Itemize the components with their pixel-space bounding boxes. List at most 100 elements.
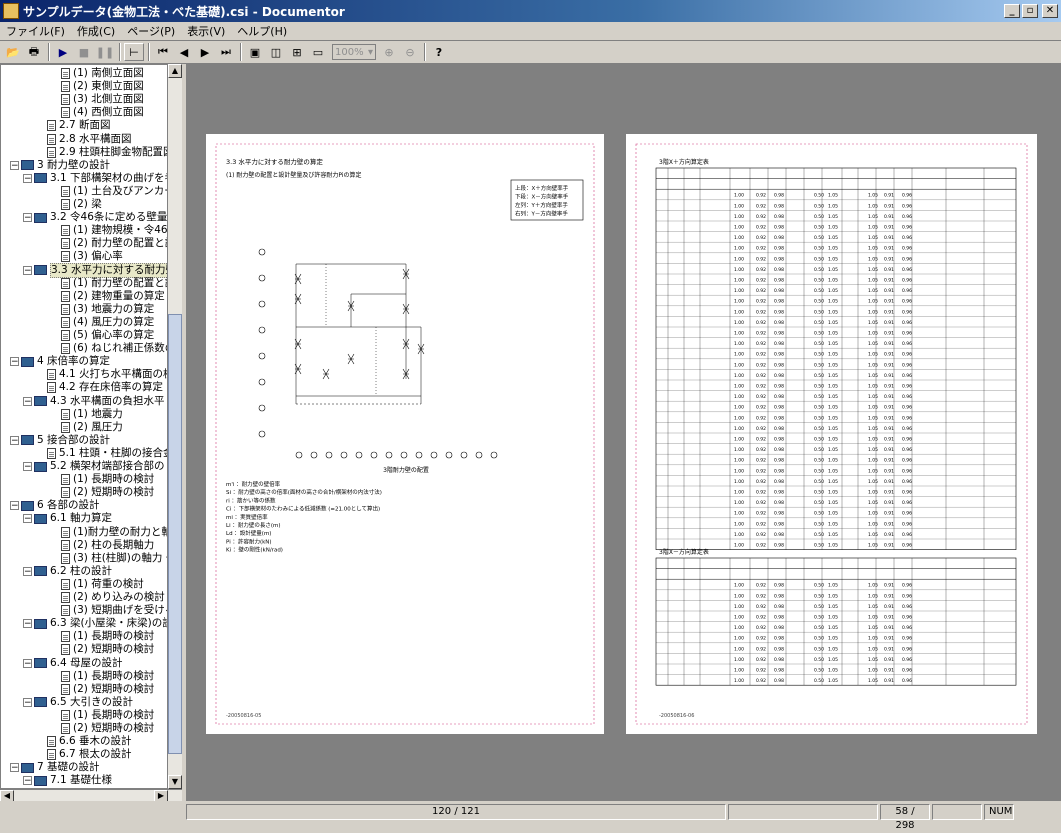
scroll-thumb[interactable] bbox=[168, 314, 182, 754]
menu-view[interactable]: 表示(V) bbox=[181, 23, 231, 39]
tree-item[interactable]: (1) 長期時の検討 bbox=[61, 670, 154, 683]
scroll-up-icon[interactable]: ▲ bbox=[168, 64, 182, 78]
tree-item[interactable]: (6) ねじれ補正係数の bbox=[61, 342, 167, 355]
tree-item[interactable]: − 3 耐力壁の設計 bbox=[10, 159, 110, 172]
tree-item[interactable]: − 3.1 下部構架材の曲げを考 bbox=[23, 172, 167, 185]
menu-help[interactable]: ヘルプ(H) bbox=[231, 23, 293, 39]
play-icon[interactable]: ▶ bbox=[53, 43, 73, 61]
tree-item[interactable]: (5) 偏心率の算定 bbox=[61, 329, 154, 342]
zoom-in-icon[interactable]: ⊕ bbox=[379, 43, 399, 61]
tree-item[interactable]: (1) 長期時の検討 bbox=[61, 473, 154, 486]
tree-item[interactable]: − 3.3 水平力に対する耐力壁 bbox=[23, 262, 167, 278]
fit-page-icon[interactable]: ▭ bbox=[308, 43, 328, 61]
tree-item[interactable]: − 7.1 基礎仕様 bbox=[23, 774, 112, 787]
tree-item[interactable]: 5.1 柱頭・柱脚の接合金物 bbox=[47, 447, 167, 460]
tree-item[interactable]: (1)耐力壁の耐力と軸 bbox=[61, 526, 167, 539]
tree-item[interactable]: (3) 短期曲げを受ける bbox=[61, 604, 167, 617]
tree-item[interactable]: − 6.5 大引きの設計 bbox=[23, 696, 133, 709]
tree-item[interactable]: − 6.2 柱の設計 bbox=[23, 565, 112, 578]
tree-item[interactable]: (1) 長期時の検討 bbox=[61, 630, 154, 643]
tree-item[interactable]: − 6.4 母屋の設計 bbox=[23, 657, 123, 670]
tree-item[interactable]: − 4 床倍率の算定 bbox=[10, 355, 110, 368]
menu-file[interactable]: ファイル(F) bbox=[0, 23, 71, 39]
tree-item[interactable]: 2.7 断面図 bbox=[47, 119, 111, 132]
print-icon[interactable]: 🖶 bbox=[24, 43, 44, 61]
tree-item[interactable]: 6.6 垂木の設計 bbox=[47, 735, 132, 748]
restore-button[interactable]: ▫ bbox=[1022, 4, 1038, 18]
outline-tree[interactable]: (1) 南側立面図 (2) 東側立面図 (3) 北側立面図 (4) 西側立面図 2.7 … bbox=[0, 64, 168, 789]
collapse-toggle-icon[interactable]: − bbox=[23, 776, 32, 786]
tree-item[interactable]: (2) 短期時の検討 bbox=[61, 722, 154, 735]
collapse-toggle-icon[interactable]: − bbox=[23, 173, 32, 183]
tree-item[interactable]: (1) 長期時の検討 bbox=[61, 709, 154, 722]
tree-item[interactable]: (2) 東側立面図 bbox=[61, 80, 144, 93]
collapse-toggle-icon[interactable]: − bbox=[23, 658, 32, 668]
tree-vertical-scrollbar[interactable]: ▲ ▼ bbox=[168, 64, 182, 789]
two-page-icon[interactable]: ◫ bbox=[266, 43, 286, 61]
tree-item[interactable]: (2) 風圧力 bbox=[61, 421, 123, 434]
tree-item[interactable]: (3) 地震力の算定 bbox=[61, 303, 154, 316]
tree-item[interactable]: (4) 風圧力の算定 bbox=[61, 316, 154, 329]
pause-icon[interactable]: ❚❚ bbox=[95, 43, 115, 61]
open-icon[interactable]: 📂 bbox=[3, 43, 23, 61]
tree-item[interactable]: 2.8 水平構面図 bbox=[47, 133, 132, 146]
collapse-toggle-icon[interactable]: − bbox=[10, 357, 19, 367]
collapse-toggle-icon[interactable]: − bbox=[23, 213, 32, 223]
tree-item[interactable]: 4.1 火打ち水平構面の検 bbox=[47, 368, 167, 381]
zoom-out-icon[interactable]: ⊖ bbox=[400, 43, 420, 61]
tree-item[interactable]: (1) 荷重の検討 bbox=[61, 578, 144, 591]
tree-item[interactable]: − 4.3 水平構面の負担水平 bbox=[23, 395, 165, 408]
collapse-toggle-icon[interactable]: − bbox=[10, 435, 19, 445]
tree-item[interactable]: (2) 建物重量の算定 bbox=[61, 290, 165, 303]
tree-toggle-icon[interactable]: ⊢ bbox=[124, 43, 144, 61]
tree-item[interactable]: (3) 偏心率 bbox=[61, 250, 123, 263]
first-page-icon[interactable]: ⏮ bbox=[153, 43, 173, 61]
tree-item[interactable]: − 6.1 軸力算定 bbox=[23, 512, 112, 525]
tree-item[interactable]: (1) 耐力壁の配置と許 bbox=[61, 277, 167, 290]
tree-item[interactable]: (1) 南側立面図 bbox=[61, 67, 144, 80]
minimize-button[interactable]: _ bbox=[1004, 4, 1020, 18]
collapse-toggle-icon[interactable]: − bbox=[23, 265, 32, 275]
collapse-toggle-icon[interactable]: − bbox=[10, 763, 19, 773]
tree-item[interactable]: (2) 柱の長期軸力 bbox=[61, 539, 154, 552]
collapse-toggle-icon[interactable]: − bbox=[23, 566, 32, 576]
tree-item[interactable]: − 6.3 梁(小屋梁・床梁)の設 bbox=[23, 617, 167, 630]
tree-item[interactable]: (3) 北側立面図 bbox=[61, 93, 144, 106]
collapse-toggle-icon[interactable]: − bbox=[23, 514, 32, 524]
tree-item[interactable]: 6.7 根太の設計 bbox=[47, 748, 132, 761]
stop-icon[interactable]: ■ bbox=[74, 43, 94, 61]
tree-item[interactable]: 4.2 存在床倍率の算定 bbox=[47, 381, 163, 394]
collapse-toggle-icon[interactable]: − bbox=[10, 160, 19, 170]
last-page-icon[interactable]: ⏭ bbox=[216, 43, 236, 61]
four-page-icon[interactable]: ⊞ bbox=[287, 43, 307, 61]
tree-item[interactable]: (2) 耐力壁の配置と許 bbox=[61, 237, 167, 250]
prev-page-icon[interactable]: ◀ bbox=[174, 43, 194, 61]
tree-item[interactable]: (4) 西側立面図 bbox=[61, 106, 144, 119]
tree-item[interactable]: (2) めり込みの検討 bbox=[61, 591, 165, 604]
collapse-toggle-icon[interactable]: − bbox=[23, 697, 32, 707]
tree-item[interactable]: 2.9 柱頭柱脚金物配置図 bbox=[47, 146, 167, 159]
collapse-toggle-icon[interactable]: − bbox=[23, 396, 32, 406]
tree-item[interactable]: (2) 短期時の検討 bbox=[61, 486, 154, 499]
scroll-down-icon[interactable]: ▼ bbox=[168, 775, 182, 789]
tree-item[interactable]: (3) 柱(柱脚)の軸力・ bbox=[61, 552, 167, 565]
tree-item[interactable]: (1) 建物規模・令46条 bbox=[61, 224, 167, 237]
tree-item[interactable]: (2) 梁 bbox=[61, 198, 102, 211]
zoom-select[interactable]: 100% ▾ bbox=[332, 44, 376, 60]
tree-item[interactable]: − 7 基礎の設計 bbox=[10, 761, 100, 774]
tree-item[interactable]: − 6 各部の設計 bbox=[10, 499, 100, 512]
tree-item[interactable]: − 5 接合部の設計 bbox=[10, 434, 110, 447]
single-page-icon[interactable]: ▣ bbox=[245, 43, 265, 61]
close-button[interactable]: ✕ bbox=[1042, 4, 1058, 18]
menu-create[interactable]: 作成(C) bbox=[71, 23, 121, 39]
tree-item[interactable]: (2) 短期時の検討 bbox=[61, 683, 154, 696]
document-viewer[interactable]: 3.3 水平力に対する耐力壁の算定 (1) 耐力壁の配置と設計壁量及び許容耐力P… bbox=[186, 64, 1061, 801]
tree-item[interactable]: (1) 地震力 bbox=[61, 408, 123, 421]
tree-item[interactable]: − 3.2 令46条に定める壁量 bbox=[23, 211, 167, 224]
tree-item[interactable]: − 5.2 横架材端部接合部の bbox=[23, 460, 165, 473]
menu-page[interactable]: ページ(P) bbox=[121, 23, 181, 39]
collapse-toggle-icon[interactable]: − bbox=[23, 462, 32, 472]
help-icon[interactable]: ? bbox=[429, 43, 449, 61]
collapse-toggle-icon[interactable]: − bbox=[23, 619, 32, 629]
tree-item[interactable]: (2) 短期時の検討 bbox=[61, 643, 154, 656]
